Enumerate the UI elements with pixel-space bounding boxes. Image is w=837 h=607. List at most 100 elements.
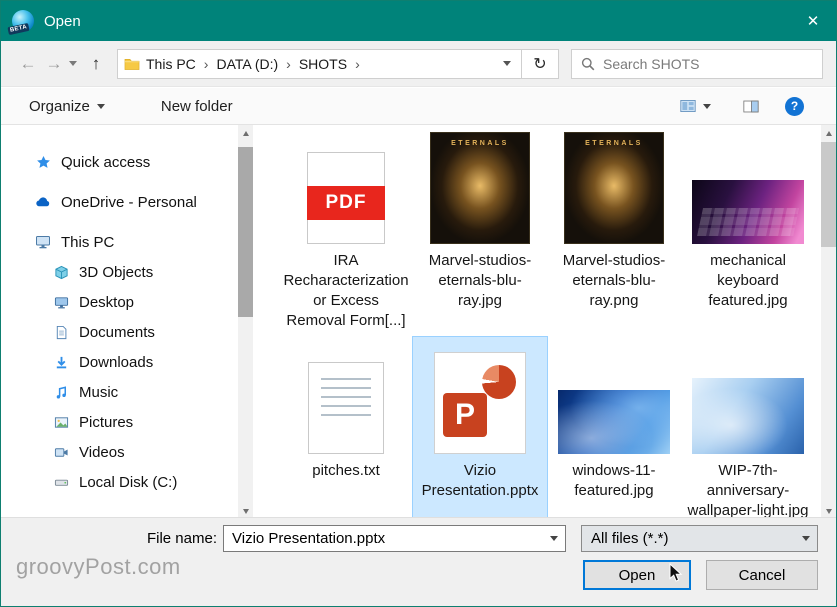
sidebar-item-onedrive[interactable]: OneDrive - Personal [1, 187, 238, 217]
navigation-bar: ← → ↑ This PC › DATA (D:) › SHOTS › ↻ [1, 41, 836, 87]
poster-title: ETERNALS [451, 140, 509, 243]
thumbnail [684, 340, 812, 454]
cancel-button[interactable]: Cancel [706, 560, 818, 590]
chevron-down-icon [97, 104, 105, 109]
address-bar[interactable]: This PC › DATA (D:) › SHOTS › [117, 49, 522, 79]
thumbnail: P [416, 340, 544, 454]
sidebar-item-label: Music [79, 384, 118, 401]
scroll-up-icon[interactable] [821, 125, 836, 141]
thumbnail: ETERNALS [416, 130, 544, 244]
file-item-wip-wallpaper[interactable]: WIP-7th-anniversary-wallpaper-light.jpg [681, 337, 815, 519]
sidebar-item-music[interactable]: Music [1, 377, 238, 407]
breadcrumb-item-data-d[interactable]: DATA (D:) [210, 56, 284, 72]
windows-wallpaper-thumbnail [558, 390, 670, 454]
file-item-keyboard[interactable]: mechanical keyboard featured.jpg [681, 127, 815, 337]
pie-chart-icon [482, 365, 516, 399]
forward-button[interactable]: → [41, 54, 67, 74]
monitor-icon [53, 294, 69, 310]
breadcrumb-item-this-pc[interactable]: This PC [140, 56, 202, 72]
breadcrumb-item-shots[interactable]: SHOTS [293, 56, 353, 72]
sidebar-item-label: Videos [79, 444, 125, 461]
cancel-button-label: Cancel [739, 567, 786, 584]
movie-poster-thumbnail: ETERNALS [564, 132, 664, 244]
thumbnail [550, 340, 678, 454]
sidebar-item-quick-access[interactable]: Quick access [1, 147, 238, 177]
refresh-icon: ↻ [533, 54, 546, 74]
chevron-down-icon[interactable] [795, 526, 817, 551]
help-button[interactable]: ? [785, 97, 804, 116]
preview-pane-button[interactable] [737, 98, 765, 114]
new-folder-button[interactable]: New folder [155, 98, 239, 115]
open-button-label: Open [619, 567, 656, 584]
search-icon [580, 56, 596, 72]
chevron-down-icon[interactable] [543, 526, 565, 551]
star-icon [35, 154, 51, 170]
sidebar-item-label: Local Disk (C:) [79, 474, 177, 491]
sidebar-item-pictures[interactable]: Pictures [1, 407, 238, 437]
sidebar-item-label: Pictures [79, 414, 133, 431]
breadcrumb-separator: › [202, 56, 211, 72]
file-list-scrollbar[interactable] [821, 125, 836, 519]
file-item-windows11[interactable]: windows-11-featured.jpg [547, 337, 681, 519]
file-item-pdf[interactable]: PDF IRA Recharacterization or Excess Rem… [279, 127, 413, 337]
file-name-input[interactable] [224, 530, 543, 547]
refresh-button[interactable]: ↻ [522, 49, 559, 79]
address-dropdown-chevron-icon[interactable] [503, 61, 511, 66]
sidebar-item-videos[interactable]: Videos [1, 437, 238, 467]
download-icon [53, 354, 69, 370]
file-name: pitches.txt [312, 461, 380, 481]
chevron-down-icon [703, 104, 711, 109]
sidebar-scrollbar[interactable] [238, 125, 253, 519]
sidebar-item-documents[interactable]: Documents [1, 317, 238, 347]
file-item-vizio-presentation-selected[interactable]: P Vizio Presentation.pptx [413, 337, 547, 519]
scroll-up-icon[interactable] [238, 125, 253, 141]
music-note-icon [53, 384, 69, 400]
sidebar-item-local-disk-c[interactable]: Local Disk (C:) [1, 467, 238, 497]
sidebar-item-desktop[interactable]: Desktop [1, 287, 238, 317]
title-bar: BETA Open ✕ [1, 1, 836, 41]
close-button[interactable]: ✕ [790, 1, 836, 41]
back-button[interactable]: ← [15, 54, 41, 74]
file-item-poster-png[interactable]: ETERNALS Marvel-studios-eternals-blu-ray… [547, 127, 681, 337]
command-bar-right: ? [674, 97, 804, 116]
organize-button[interactable]: Organize [23, 98, 111, 115]
file-item-pitches[interactable]: pitches.txt [279, 337, 413, 519]
keyboard-image-thumbnail [692, 180, 804, 244]
pdf-file-icon: PDF [307, 152, 385, 244]
recent-locations-dropdown-icon[interactable] [69, 61, 77, 66]
up-button[interactable]: ↑ [83, 54, 109, 74]
file-item-poster-jpg[interactable]: ETERNALS Marvel-studios-eternals-blu-ray… [413, 127, 547, 337]
navigation-pane: Quick access OneDrive - Personal This PC… [1, 125, 238, 519]
powerpoint-letter: P [443, 393, 487, 437]
file-name-combobox[interactable] [223, 525, 566, 552]
search-input[interactable] [603, 56, 814, 72]
watermark: groovyPost.com [16, 554, 181, 580]
mouse-cursor [669, 563, 684, 589]
file-type-value: All files (*.*) [582, 530, 795, 547]
thumbnail: PDF [282, 130, 410, 244]
scrollbar-thumb[interactable] [821, 142, 836, 247]
open-file-dialog: BETA Open ✕ ← → ↑ This PC › DATA (D:) › … [0, 0, 837, 607]
edge-beta-logo-icon: BETA [12, 10, 34, 32]
sidebar-item-label: Documents [79, 324, 155, 341]
file-name-label: File name: [1, 530, 217, 547]
file-name: mechanical keyboard featured.jpg [685, 251, 811, 311]
picture-icon [53, 414, 69, 430]
view-thumbnails-icon [680, 98, 696, 114]
scrollbar-thumb[interactable] [238, 147, 253, 317]
sidebar-item-label: Quick access [61, 154, 150, 171]
sidebar-item-this-pc[interactable]: This PC [1, 227, 238, 257]
video-camera-icon [53, 444, 69, 460]
file-name: windows-11-featured.jpg [551, 461, 677, 501]
search-box[interactable] [571, 49, 823, 79]
sidebar-item-downloads[interactable]: Downloads [1, 347, 238, 377]
sidebar-item-label: This PC [61, 234, 114, 251]
file-name: Vizio Presentation.pptx [417, 461, 543, 501]
file-type-combobox[interactable]: All files (*.*) [581, 525, 818, 552]
file-list: PDF IRA Recharacterization or Excess Rem… [253, 125, 821, 519]
sidebar-item-3d-objects[interactable]: 3D Objects [1, 257, 238, 287]
window-title: Open [44, 13, 81, 30]
thumbnail: ETERNALS [550, 130, 678, 244]
change-view-button[interactable] [674, 98, 717, 114]
thumbnail [282, 340, 410, 454]
